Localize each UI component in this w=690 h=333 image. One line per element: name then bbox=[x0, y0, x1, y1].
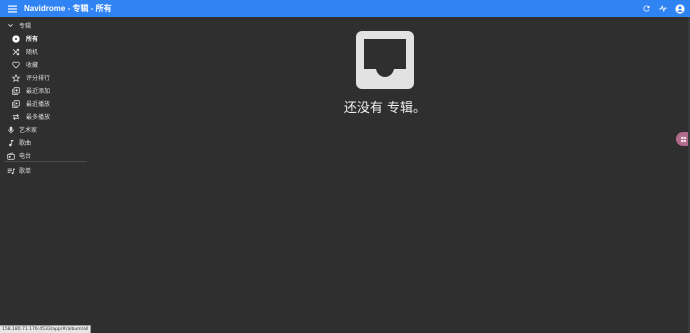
sidebar-item-label: 随机 bbox=[26, 49, 39, 56]
page-title: Navidrome - 专辑 - 所有 bbox=[24, 4, 112, 13]
sidebar-item-label: 收藏 bbox=[26, 62, 39, 69]
inbox-icon bbox=[356, 31, 414, 89]
app-bar: Navidrome - 专辑 - 所有 bbox=[0, 0, 690, 17]
sidebar-item-label: 歌曲 bbox=[19, 140, 32, 147]
shuffle-icon bbox=[11, 47, 20, 56]
library-add-icon bbox=[11, 86, 20, 95]
sidebar-item-label: 电台 bbox=[19, 153, 32, 160]
sidebar-item-random[interactable]: 随机 bbox=[0, 45, 88, 58]
sidebar-item-recently-added[interactable]: 最近添加 bbox=[0, 84, 88, 97]
sidebar-divider bbox=[4, 161, 87, 162]
sidebar-item-label: 最近添加 bbox=[26, 88, 51, 95]
sidebar-item-label: 最近播放 bbox=[26, 101, 51, 108]
sidebar-item-recently-played[interactable]: 最近播放 bbox=[0, 97, 88, 110]
activity-icon[interactable] bbox=[657, 3, 669, 15]
account-icon[interactable] bbox=[674, 3, 686, 15]
refresh-icon[interactable] bbox=[640, 3, 652, 15]
sidebar-item-label: 艺术家 bbox=[19, 127, 38, 134]
sidebar-item-label: 歌单 bbox=[19, 168, 32, 175]
star-icon bbox=[11, 73, 20, 82]
sidebar-item-label: 专辑 bbox=[19, 23, 32, 30]
microphone-icon bbox=[6, 125, 15, 134]
chevron-down-icon bbox=[6, 21, 15, 30]
empty-state-message: 还没有 专辑。 bbox=[343, 101, 427, 116]
status-url: 158.180.71.176:4533/app/#/album/all bbox=[0, 325, 92, 333]
sidebar-item-label: 最多播放 bbox=[26, 114, 51, 121]
sidebar-item-songs[interactable]: 歌曲 bbox=[0, 136, 88, 149]
sidebar-item-albums[interactable]: 专辑 bbox=[0, 19, 88, 32]
sidebar-item-most-played[interactable]: 最多播放 bbox=[0, 110, 88, 123]
music-note-icon bbox=[6, 138, 15, 147]
sidebar-item-artists[interactable]: 艺术家 bbox=[0, 123, 88, 136]
sidebar-item-top-rated[interactable]: 评分排行 bbox=[0, 71, 88, 84]
playlist-icon bbox=[6, 166, 15, 175]
sidebar-item-playlists[interactable]: 歌单 bbox=[0, 164, 88, 177]
album-disc-icon bbox=[11, 34, 20, 43]
repeat-icon bbox=[11, 112, 20, 121]
radio-icon bbox=[6, 151, 15, 160]
library-play-icon bbox=[11, 99, 20, 108]
heart-icon bbox=[11, 60, 20, 69]
sidebar-item-favorites[interactable]: 收藏 bbox=[0, 58, 88, 71]
menu-icon[interactable] bbox=[2, 0, 22, 17]
sidebar-item-label: 评分排行 bbox=[26, 75, 51, 82]
sidebar-item-all[interactable]: 所有 bbox=[0, 32, 88, 45]
sidebar-item-label: 所有 bbox=[26, 36, 39, 43]
